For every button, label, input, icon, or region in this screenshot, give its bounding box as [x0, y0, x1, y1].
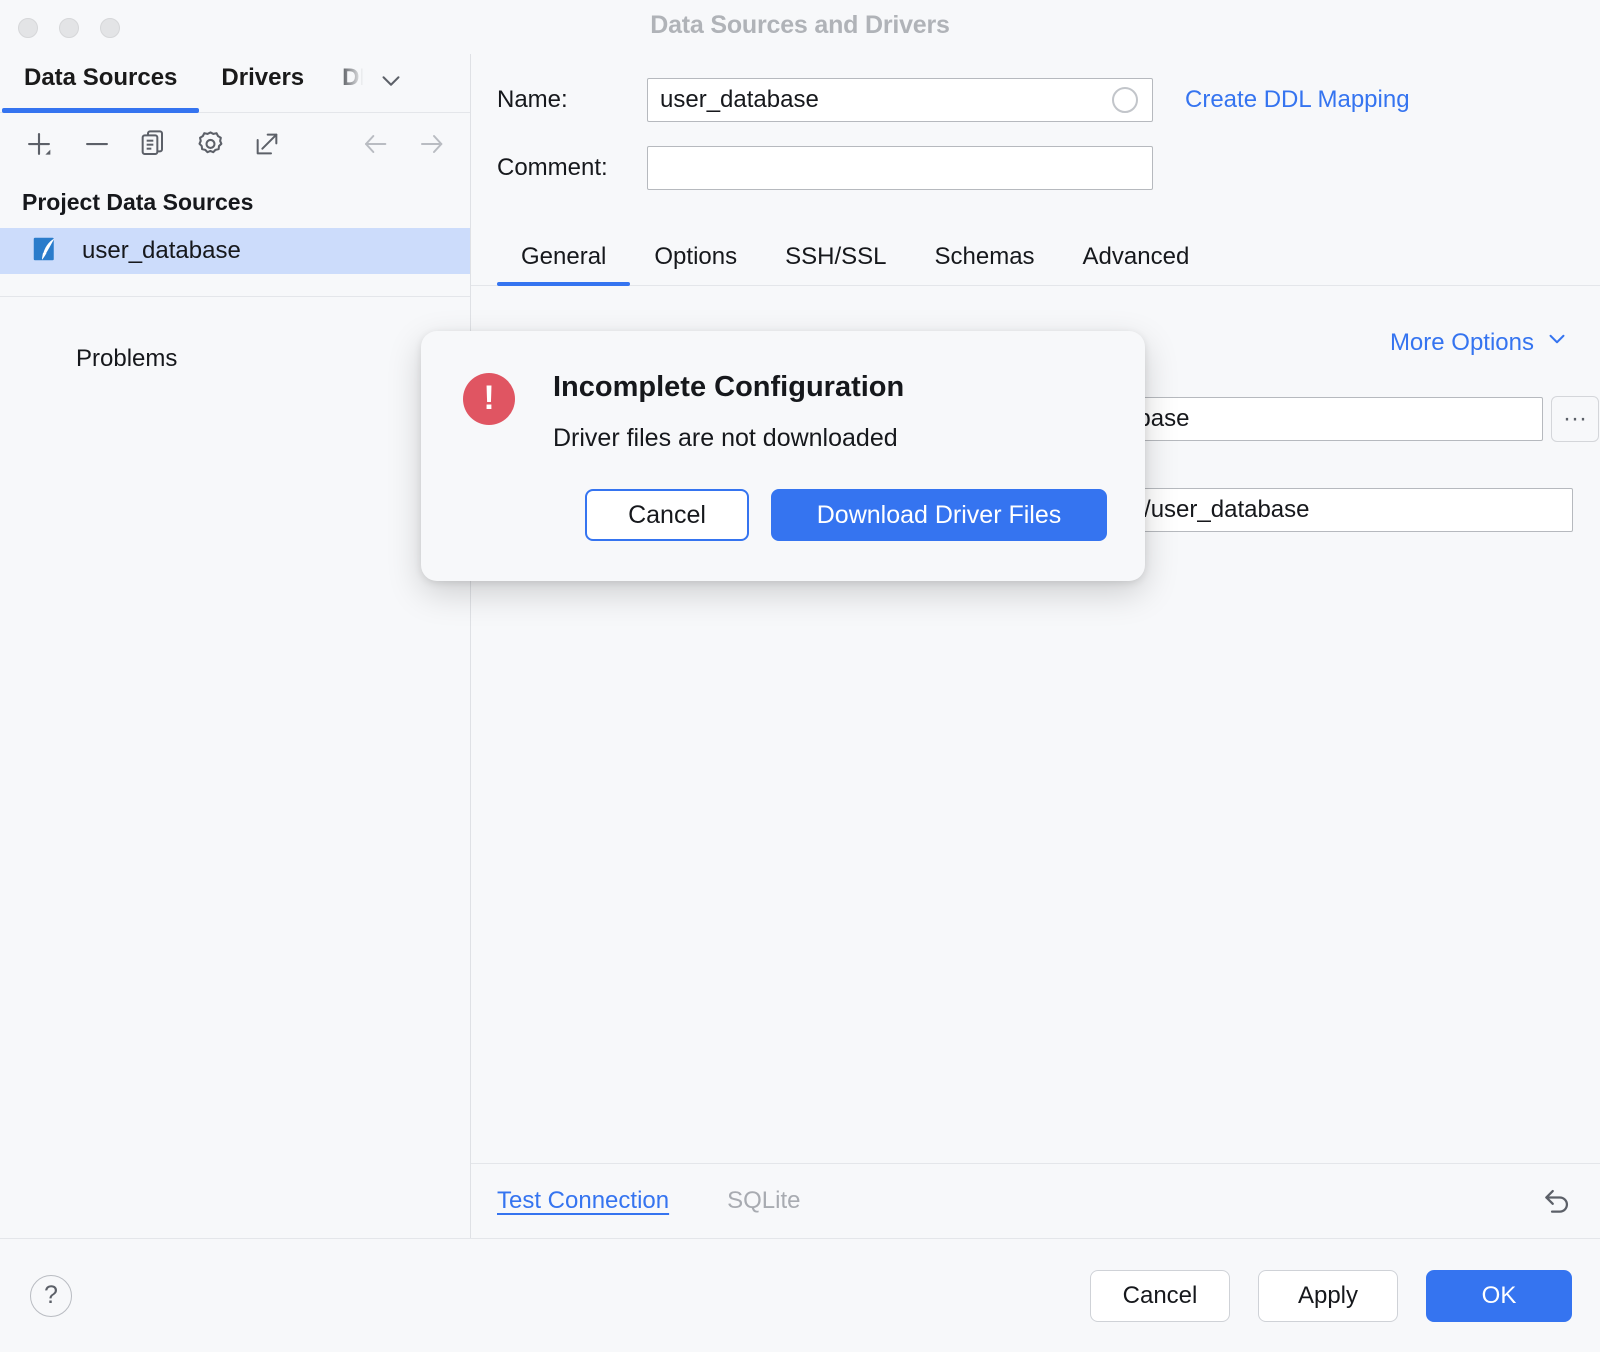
comment-label: Comment:	[497, 154, 647, 182]
dialog-title: Incomplete Configuration	[553, 371, 904, 404]
dialect-label: SQLite	[727, 1187, 800, 1215]
plus-icon[interactable]	[22, 127, 56, 161]
dialog-message: Driver files are not downloaded	[553, 424, 898, 453]
create-ddl-mapping-link[interactable]: Create DDL Mapping	[1185, 86, 1410, 114]
ok-button-label: OK	[1482, 1282, 1517, 1310]
chevron-down-icon[interactable]	[376, 66, 406, 101]
dialog-footer: ? Cancel Apply OK	[0, 1238, 1600, 1352]
dialog-cancel-label: Cancel	[628, 501, 706, 530]
apply-button[interactable]: Apply	[1258, 1270, 1398, 1322]
sidebar-item-user-database[interactable]: user_database	[0, 228, 470, 274]
help-button[interactable]: ?	[30, 1275, 72, 1317]
sidebar-toolbar	[0, 113, 470, 175]
more-options-label: More Options	[1390, 329, 1534, 357]
browse-file-button[interactable]: ···	[1551, 396, 1599, 442]
tab-general-label: General	[521, 243, 606, 270]
tab-data-sources-label: Data Sources	[24, 64, 177, 91]
tab-ssh-ssl[interactable]: SSH/SSL	[761, 243, 910, 285]
name-label: Name:	[497, 86, 647, 114]
dialog-cancel-button[interactable]: Cancel	[585, 489, 749, 541]
external-link-icon[interactable]	[251, 128, 283, 160]
tab-schemas[interactable]: Schemas	[911, 243, 1059, 285]
sidebar-tabbar: Data Sources Drivers DDL Mappings	[0, 54, 470, 113]
problems-section-label: Problems	[0, 297, 470, 373]
copy-icon[interactable]	[138, 128, 170, 160]
dialog-actions: Cancel Download Driver Files	[585, 489, 1107, 541]
name-input-value: user_database	[660, 86, 819, 114]
tab-drivers-label: Drivers	[221, 64, 304, 91]
loading-ring-icon	[1112, 87, 1138, 113]
download-driver-files-button[interactable]: Download Driver Files	[771, 489, 1107, 541]
chevron-down-icon	[1544, 326, 1570, 359]
incomplete-configuration-dialog: ! Incomplete Configuration Driver files …	[421, 331, 1145, 581]
ellipsis-icon: ···	[1563, 405, 1587, 433]
data-sources-and-drivers-window: Data Sources and Drivers Data Sources Dr…	[0, 0, 1600, 1352]
tab-ssh-ssl-label: SSH/SSL	[785, 243, 886, 270]
sidebar: Data Sources Drivers DDL Mappings	[0, 54, 471, 1238]
sidebar-item-label: user_database	[82, 237, 241, 265]
tab-general[interactable]: General	[497, 243, 630, 285]
test-connection-link[interactable]: Test Connection	[497, 1187, 669, 1215]
cancel-button[interactable]: Cancel	[1090, 1270, 1230, 1322]
arrow-left-icon[interactable]	[360, 128, 392, 160]
name-row: Name: user_database Create DDL Mapping	[471, 78, 1600, 122]
sqlite-datasource-icon	[30, 234, 60, 269]
exclamation-glyph: !	[483, 381, 494, 415]
tab-drivers[interactable]: Drivers	[199, 54, 326, 113]
main-panel: Name: user_database Create DDL Mapping C…	[471, 54, 1600, 1238]
project-data-sources-heading: Project Data Sources	[0, 175, 470, 228]
footer-actions: Cancel Apply OK	[1090, 1270, 1572, 1322]
apply-button-label: Apply	[1298, 1282, 1358, 1310]
error-exclamation-icon: !	[463, 373, 515, 425]
tab-data-sources[interactable]: Data Sources	[2, 54, 199, 113]
tab-advanced-label: Advanced	[1083, 243, 1190, 270]
window-title: Data Sources and Drivers	[0, 11, 1600, 40]
cancel-button-label: Cancel	[1123, 1282, 1198, 1310]
tab-advanced[interactable]: Advanced	[1059, 243, 1214, 285]
tab-options-label: Options	[654, 243, 737, 270]
comment-row: Comment:	[471, 146, 1600, 190]
main-tabbar: General Options SSH/SSL Schemas Advanced	[471, 232, 1600, 286]
title-bar: Data Sources and Drivers	[0, 0, 1600, 54]
download-driver-files-label: Download Driver Files	[817, 501, 1062, 530]
main-bottom-bar: Test Connection SQLite	[471, 1163, 1600, 1238]
tab-options[interactable]: Options	[630, 243, 761, 285]
revert-arrow-icon[interactable]	[1540, 1184, 1574, 1218]
minus-icon[interactable]	[80, 127, 114, 161]
tab-schemas-label: Schemas	[935, 243, 1035, 270]
question-mark-icon: ?	[44, 1281, 58, 1310]
ok-button[interactable]: OK	[1426, 1270, 1572, 1322]
arrow-right-icon[interactable]	[416, 128, 448, 160]
more-options-toggle[interactable]: More Options	[1390, 326, 1570, 359]
tab-ddl-mappings[interactable]: DDL Mappings	[326, 54, 374, 113]
tab-ddl-mappings-label: DDL Mappings	[342, 64, 374, 91]
gear-icon[interactable]	[194, 128, 227, 161]
comment-input[interactable]	[647, 146, 1153, 190]
name-input[interactable]: user_database	[647, 78, 1153, 122]
